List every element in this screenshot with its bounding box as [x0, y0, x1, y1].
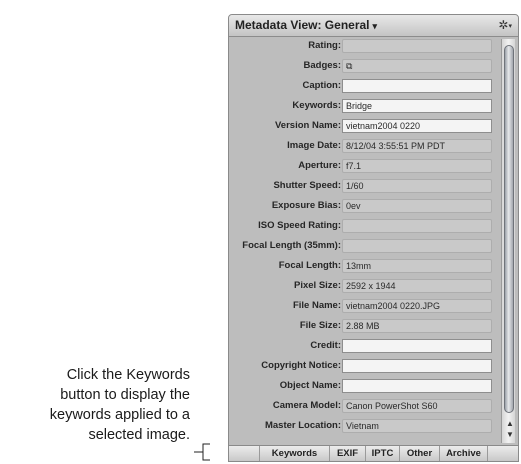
- scroll-thumb[interactable]: [504, 45, 514, 413]
- badge-icon: ⧉: [346, 61, 353, 71]
- chevron-down-icon: ▾: [372, 21, 378, 31]
- tab-bar: Keywords EXIF IPTC Other Archive: [229, 445, 518, 461]
- callout-line-3: keywords applied to a: [49, 407, 190, 423]
- metadata-row: Shutter Speed: 1/60: [229, 178, 499, 196]
- metadata-row: Pixel Size: 2592 x 1944: [229, 278, 499, 296]
- tab-iptc[interactable]: IPTC: [365, 446, 399, 461]
- gear-icon[interactable]: ✲▾: [498, 18, 512, 32]
- metadata-row: Image Date: 8/12/04 3:55:51 PM PDT: [229, 138, 499, 156]
- field-value[interactable]: f7.1: [342, 159, 492, 173]
- metadata-row: Caption:: [229, 78, 499, 96]
- field-label: Aperture:: [298, 160, 341, 171]
- panel-header: Metadata View: General ▾ ✲▾: [229, 15, 518, 37]
- field-label: Object Name:: [279, 380, 341, 391]
- callout-pointer: [194, 443, 210, 461]
- field-label: Master Location:: [264, 420, 341, 431]
- field-label: File Name:: [292, 300, 341, 311]
- field-label: Exposure Bias:: [271, 200, 341, 211]
- callout-line-4: selected image.: [88, 427, 190, 443]
- field-value[interactable]: vietnam2004 0220: [342, 119, 492, 133]
- field-label: Copyright Notice:: [261, 360, 341, 371]
- field-label: Pixel Size:: [294, 280, 341, 291]
- metadata-row: ISO Speed Rating:: [229, 218, 499, 236]
- metadata-row: Badges: ⧉: [229, 58, 499, 76]
- field-value[interactable]: Canon PowerShot S60: [342, 399, 492, 413]
- field-value[interactable]: Bridge: [342, 99, 492, 113]
- field-label: Focal Length (35mm):: [242, 240, 341, 251]
- field-value[interactable]: 2.88 MB: [342, 319, 492, 333]
- field-label: File Size:: [299, 320, 341, 331]
- callout-line-1: Click the Keywords: [66, 367, 190, 383]
- metadata-row: Keywords: Bridge: [229, 98, 499, 116]
- metadata-row: Camera Model: Canon PowerShot S60: [229, 398, 499, 416]
- field-label: Camera Model:: [272, 400, 341, 411]
- metadata-row: Focal Length: 13mm: [229, 258, 499, 276]
- field-label: Version Name:: [275, 120, 341, 131]
- field-value[interactable]: ⧉: [342, 59, 492, 73]
- metadata-row: Object Name:: [229, 378, 499, 396]
- metadata-row: File Size: 2.88 MB: [229, 318, 499, 336]
- field-value[interactable]: vietnam2004 0220.JPG: [342, 299, 492, 313]
- callout-line-2: button to display the: [60, 387, 190, 403]
- tab-divider: [487, 446, 488, 461]
- field-value[interactable]: 2592 x 1944: [342, 279, 492, 293]
- scroll-down-arrow-icon[interactable]: ▼: [505, 430, 515, 439]
- field-label: Image Date:: [287, 140, 341, 151]
- metadata-row: Version Name: vietnam2004 0220: [229, 118, 499, 136]
- field-label: Shutter Speed:: [273, 180, 341, 191]
- tab-archive[interactable]: Archive: [439, 446, 487, 461]
- field-value[interactable]: 0ev: [342, 199, 492, 213]
- field-value[interactable]: [342, 39, 492, 53]
- metadata-row: Aperture: f7.1: [229, 158, 499, 176]
- field-value[interactable]: [342, 79, 492, 93]
- panel-title-text: Metadata View: General: [235, 18, 370, 32]
- field-label: Focal Length:: [278, 260, 341, 271]
- metadata-row: File Name: vietnam2004 0220.JPG: [229, 298, 499, 316]
- field-value[interactable]: [342, 379, 492, 393]
- field-value[interactable]: [342, 219, 492, 233]
- scroll-up-arrow-icon[interactable]: ▲: [505, 419, 515, 428]
- metadata-row: Credit:: [229, 338, 499, 356]
- metadata-row: Rating:: [229, 38, 499, 56]
- scrollbar[interactable]: ▲ ▼: [501, 39, 515, 443]
- field-label: Credit:: [310, 340, 341, 351]
- metadata-view-menu[interactable]: Metadata View: General ▾: [235, 18, 377, 32]
- field-value[interactable]: [342, 359, 492, 373]
- field-value[interactable]: 1/60: [342, 179, 492, 193]
- field-label: Rating:: [308, 40, 341, 51]
- metadata-row: Exposure Bias: 0ev: [229, 198, 499, 216]
- metadata-row: Master Location: Vietnam: [229, 418, 499, 436]
- field-label: Keywords:: [292, 100, 341, 111]
- field-value[interactable]: 8/12/04 3:55:51 PM PDT: [342, 139, 492, 153]
- tab-other[interactable]: Other: [399, 446, 439, 461]
- metadata-row: Copyright Notice:: [229, 358, 499, 376]
- field-value[interactable]: [342, 339, 492, 353]
- tab-keywords[interactable]: Keywords: [259, 446, 329, 461]
- field-value[interactable]: Vietnam: [342, 419, 492, 433]
- metadata-row: Focal Length (35mm):: [229, 238, 499, 256]
- field-label: Badges:: [303, 60, 341, 71]
- tab-exif[interactable]: EXIF: [329, 446, 365, 461]
- field-label: Caption:: [302, 80, 341, 91]
- metadata-panel: Metadata View: General ▾ ✲▾ Rating: Badges…: [228, 14, 519, 462]
- callout-text: Click the Keywords button to display the…: [0, 365, 190, 445]
- field-value[interactable]: 13mm: [342, 259, 492, 273]
- field-value[interactable]: [342, 239, 492, 253]
- field-label: ISO Speed Rating:: [258, 220, 341, 231]
